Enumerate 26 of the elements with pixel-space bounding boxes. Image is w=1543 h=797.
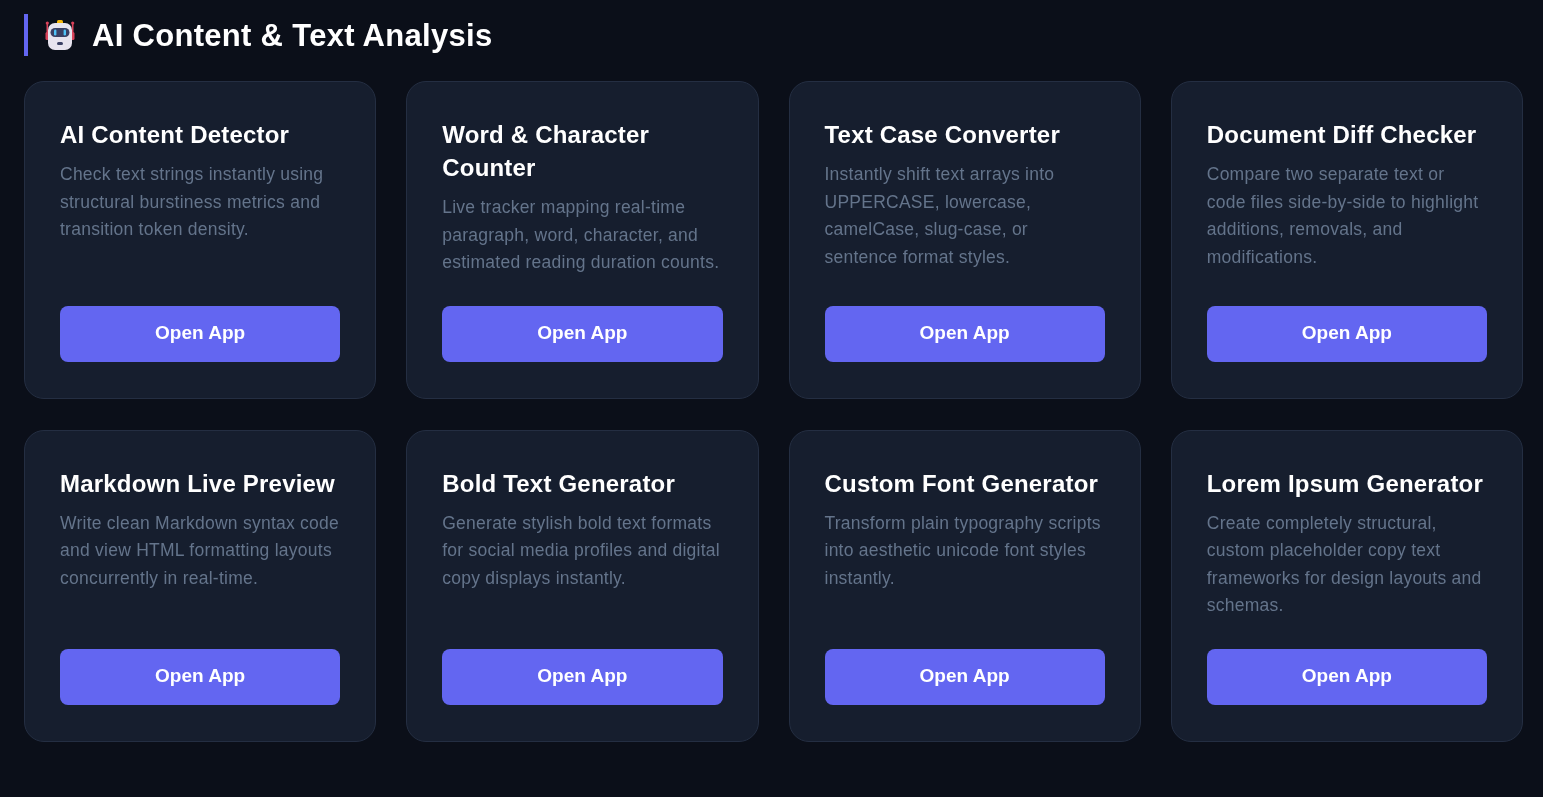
tool-description: Instantly shift text arrays into UPPERCASE, lowercase, camelCase, slug-case, or sentence format styles. [824, 163, 1056, 269]
tool-description: Check text strings instantly using structural burstiness metrics and transition token density. [60, 163, 325, 241]
section-title: AI Content & Text Analysis [92, 19, 493, 51]
tool-title: Lorem Ipsum Generator [1206, 468, 1483, 499]
tool-title: Custom Font Generator [824, 468, 1099, 499]
tool-description: Generate stylish bold text formats for social media profiles and digital copy displays instantly. [442, 511, 721, 590]
tool-title: Bold Text Generator [442, 468, 675, 499]
tool-description: Create completely structural, custom placeholder copy text frameworks for design layouts and schemas. [1206, 511, 1483, 617]
open-app-button[interactable]: Open App [1206, 305, 1487, 362]
tool-title: Word & Character Counter [442, 120, 651, 183]
tool-title: AI Content Detector [60, 120, 290, 150]
open-app-button[interactable]: Open App [60, 305, 341, 362]
robot-icon [44, 19, 76, 51]
tool-description: Write clean Markdown syntax code and view HTML formatting layouts concurrently in real-time. [60, 511, 341, 590]
tool-description: Compare two separate text or code files side-by-side to highlight additions, removals, and modifications. [1206, 163, 1480, 269]
tool-title: Markdown Live Preview [60, 468, 335, 499]
open-app-button[interactable]: Open App [442, 648, 723, 705]
tool-title: Text Case Converter [824, 120, 1060, 150]
tool-description: Live tracker mapping real-time paragraph, word, character, and estimated reading duration counts. [442, 196, 721, 274]
open-app-button[interactable]: Open App [824, 305, 1105, 362]
tool-description: Transform plain typography scripts into aesthetic unicode font styles instantly. [824, 511, 1102, 590]
open-app-button[interactable]: Open App [60, 648, 341, 705]
tool-title: Document Diff Checker [1206, 120, 1477, 150]
open-app-button[interactable]: Open App [442, 305, 723, 362]
open-app-button[interactable]: Open App [1206, 648, 1487, 705]
open-app-button[interactable]: Open App [824, 648, 1105, 705]
